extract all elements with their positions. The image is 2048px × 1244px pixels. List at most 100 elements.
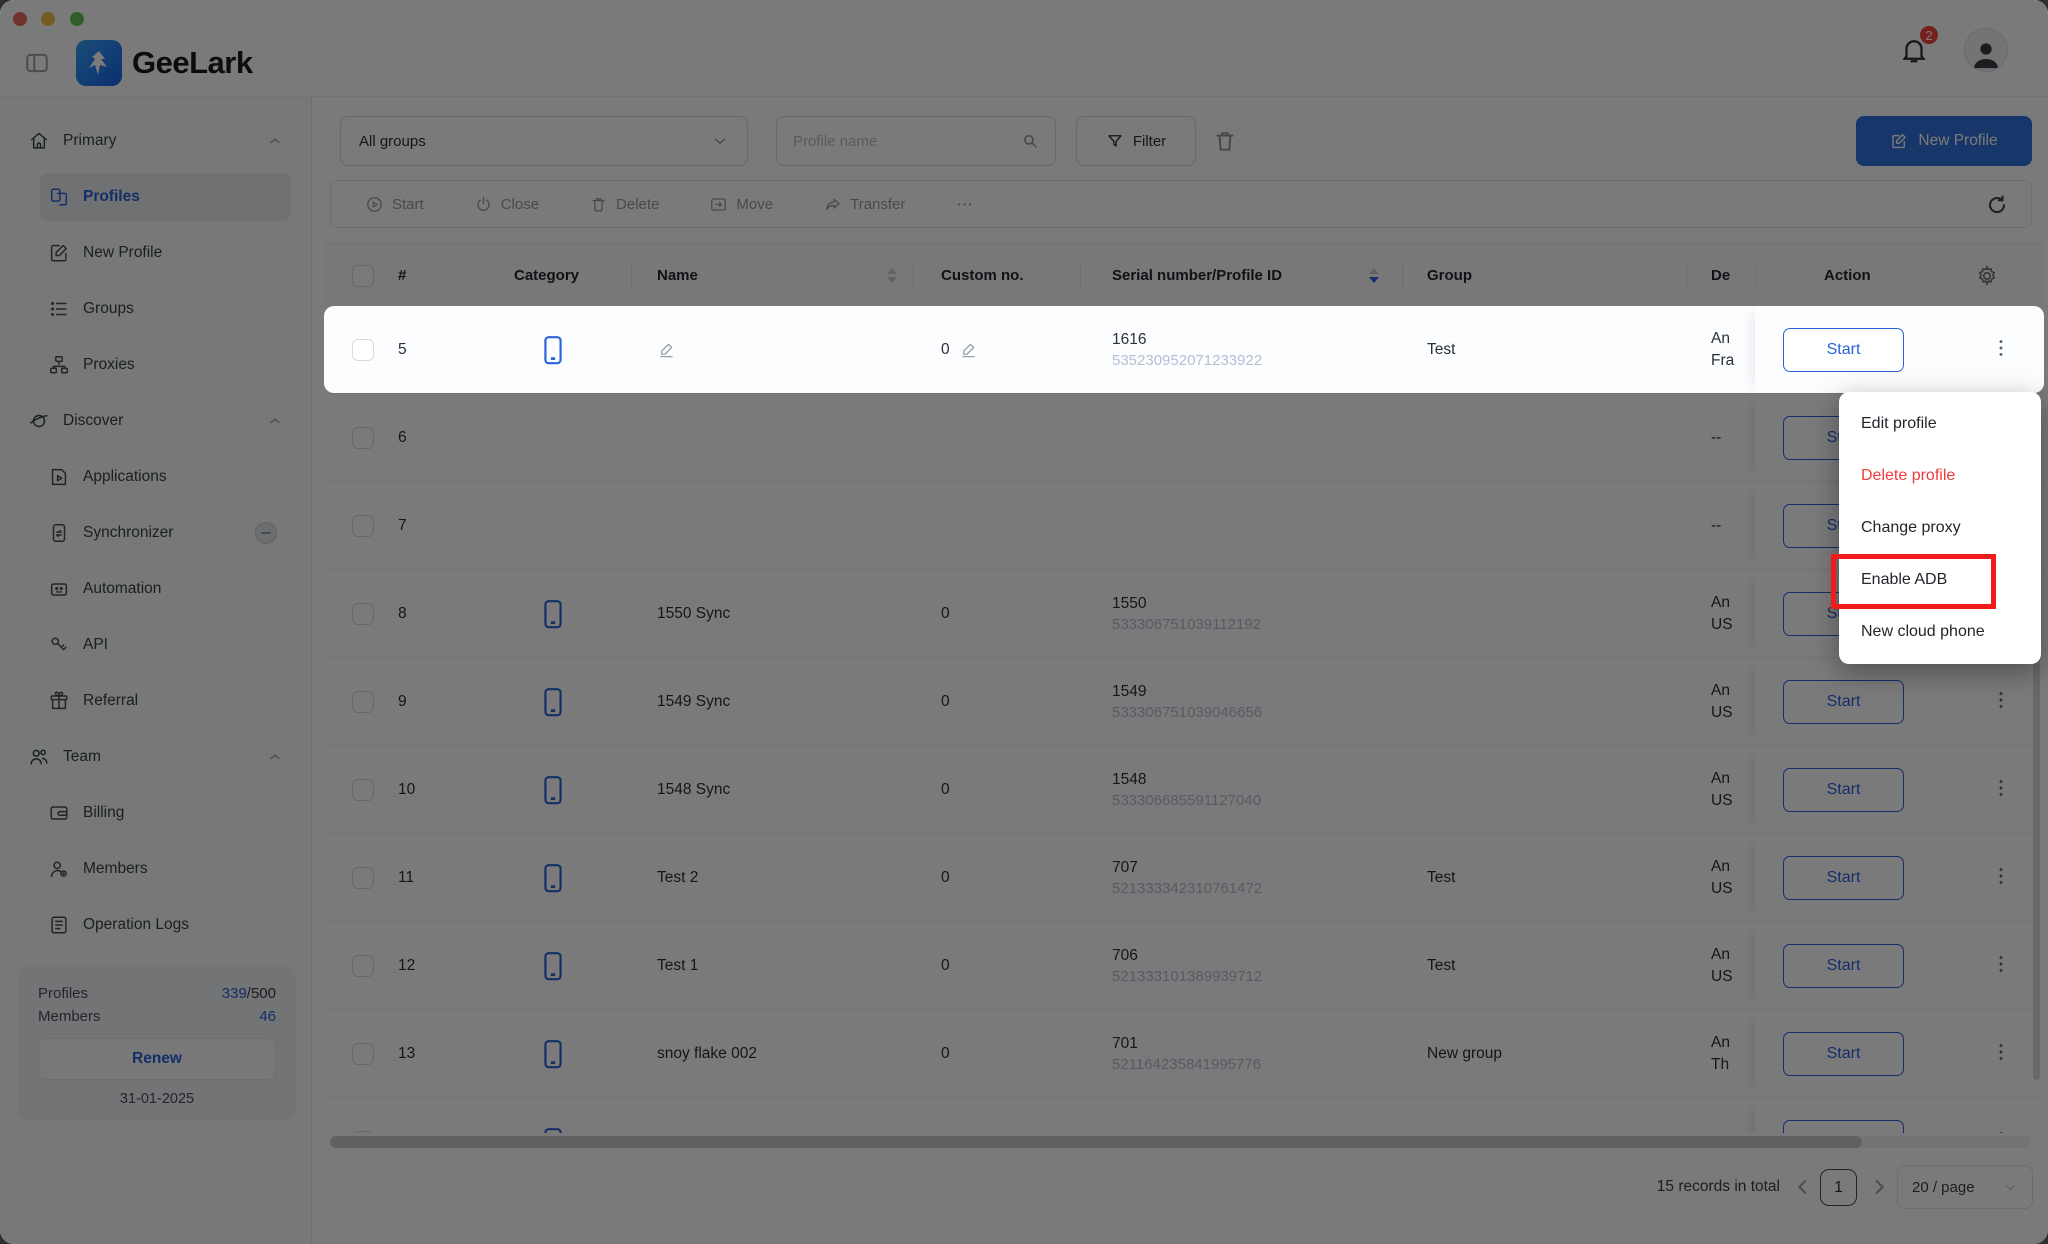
row-more-actions-icon[interactable] [1990, 337, 2012, 363]
bulk-action-more[interactable] [955, 195, 974, 214]
name-sort-icon[interactable] [887, 244, 897, 307]
column-header-group[interactable]: Group [1427, 244, 1472, 307]
column-settings-gear-icon[interactable] [1975, 264, 1999, 288]
bulk-action-move[interactable]: Move [709, 195, 773, 214]
user-avatar[interactable] [1964, 28, 2008, 72]
window-zoom-button[interactable] [70, 12, 84, 26]
row-more-actions-icon[interactable] [1990, 953, 2012, 979]
menu-item-new-cloud-phone[interactable]: New cloud phone [1839, 606, 2041, 658]
table-header: # Category Name Custom no. Serial number… [324, 243, 2044, 308]
column-header-serial[interactable]: Serial number/Profile ID [1112, 244, 1282, 307]
sidebar-section-team[interactable]: Team [12, 733, 299, 781]
window-close-button[interactable] [13, 12, 27, 26]
row-checkbox[interactable] [352, 515, 374, 537]
sidebar-item-new-profile[interactable]: New Profile [40, 229, 291, 277]
start-button[interactable]: Start [1783, 768, 1904, 812]
sidebar-item-applications[interactable]: Applications [40, 453, 291, 501]
next-page-icon[interactable] [1868, 1176, 1890, 1198]
row-more-actions-icon[interactable] [1990, 1129, 2012, 1134]
profile-id: 533306751039112192 [1112, 616, 1261, 633]
sidebar-item-label: Applications [83, 468, 167, 486]
profile-search-input[interactable]: Profile name [776, 116, 1056, 166]
prev-page-icon[interactable] [1792, 1176, 1814, 1198]
sidebar-item-groups[interactable]: Groups [40, 285, 291, 333]
members-icon [48, 858, 70, 880]
sidebar-item-referral[interactable]: Referral [40, 677, 291, 725]
members-usage-value: 46 [259, 1008, 276, 1025]
column-header-custom-no[interactable]: Custom no. [941, 244, 1024, 307]
sidebar-item-billing[interactable]: Billing [40, 789, 291, 837]
filter-button[interactable]: Filter [1076, 116, 1196, 166]
edit-custom-no-icon[interactable] [959, 340, 978, 359]
start-button[interactable]: Start [1783, 680, 1904, 724]
usage-panel: Profiles 339/500 Members 46 Renew 31-01-… [18, 966, 296, 1121]
horizontal-scrollbar-thumb[interactable] [330, 1136, 1862, 1148]
start-button[interactable]: Start [1783, 328, 1904, 372]
sidebar-item-automation[interactable]: Automation [40, 565, 291, 613]
sidebar-section-primary[interactable]: Primary [12, 117, 299, 165]
current-page-button[interactable]: 1 [1820, 1169, 1857, 1206]
device-info: -- [1711, 482, 1721, 569]
row-checkbox[interactable] [352, 779, 374, 801]
row-more-actions-icon[interactable] [1990, 865, 2012, 891]
menu-item-change-proxy[interactable]: Change proxy [1839, 502, 2041, 554]
sidebar-item-proxies[interactable]: Proxies [40, 341, 291, 389]
sidebar-item-members[interactable]: Members [40, 845, 291, 893]
notifications-button[interactable]: 2 [1892, 28, 1936, 72]
select-all-checkbox[interactable] [352, 265, 374, 287]
row-checkbox[interactable] [352, 339, 374, 361]
bulk-action-close[interactable]: Close [474, 195, 539, 214]
sidebar-item-operation-logs[interactable]: Operation Logs [40, 901, 291, 949]
menu-item-delete-profile[interactable]: Delete profile [1839, 450, 2041, 502]
serial-number: 706 [1112, 947, 1138, 965]
edit-name-icon[interactable] [657, 340, 676, 359]
row-checkbox[interactable] [352, 955, 374, 977]
category-phone-icon [540, 1039, 566, 1069]
row-checkbox[interactable] [352, 691, 374, 713]
profile-name: snoy flake 002 [657, 1045, 757, 1063]
start-button[interactable]: Start [1783, 1120, 1904, 1134]
row-checkbox[interactable] [352, 1043, 374, 1065]
bulk-action-transfer[interactable]: Transfer [823, 195, 905, 214]
vertical-scrollbar[interactable] [2033, 660, 2040, 1080]
category-phone-icon [540, 951, 566, 981]
window-minimize-button[interactable] [41, 12, 55, 26]
page-size-select[interactable]: 20 / page [1897, 1165, 2033, 1209]
refresh-icon[interactable] [1985, 193, 2009, 217]
sidebar-item-synchronizer[interactable]: Synchronizer [40, 509, 291, 557]
row-checkbox[interactable] [352, 1131, 374, 1134]
group-filter-select[interactable]: All groups [340, 116, 748, 166]
category-phone-icon [540, 775, 566, 805]
start-button[interactable]: Start [1783, 856, 1904, 900]
sidebar-item-api[interactable]: API [40, 621, 291, 669]
sidebar-section-discover[interactable]: Discover [12, 397, 299, 445]
new-profile-label: New Profile [1918, 132, 1997, 150]
menu-item-edit-profile[interactable]: Edit profile [1839, 398, 2041, 450]
row-checkbox[interactable] [352, 427, 374, 449]
column-header-device[interactable]: De [1711, 244, 1730, 307]
column-header-category[interactable]: Category [514, 244, 579, 307]
custom-no-value: 0 [941, 605, 950, 623]
bulk-action-start[interactable]: Start [365, 195, 424, 214]
column-header-num[interactable]: # [398, 244, 406, 307]
table-row: 81550 Sync01550533306751039112192AnUSSta… [324, 570, 2044, 658]
bulk-action-delete[interactable]: Delete [589, 195, 659, 214]
row-more-actions-icon[interactable] [1990, 777, 2012, 803]
renew-button[interactable]: Renew [38, 1038, 276, 1080]
serial-number: 1616 [1112, 331, 1146, 349]
start-button[interactable]: Start [1783, 1032, 1904, 1076]
column-header-name[interactable]: Name [657, 244, 698, 307]
row-more-actions-icon[interactable] [1990, 689, 2012, 715]
new-profile-button[interactable]: New Profile [1856, 116, 2032, 166]
serial-sort-icon[interactable] [1369, 244, 1379, 307]
table-row: 91549 Sync01549533306751039046656AnUSSta… [324, 658, 2044, 746]
device-info: An [1711, 1098, 1730, 1133]
clear-filter-icon[interactable] [1212, 128, 1238, 154]
row-checkbox[interactable] [352, 603, 374, 625]
sidebar-toggle-icon[interactable] [24, 50, 50, 74]
row-checkbox[interactable] [352, 867, 374, 889]
sidebar-item-profiles[interactable]: Profiles [40, 173, 291, 221]
row-more-actions-icon[interactable] [1990, 1041, 2012, 1067]
sidebar-item-label: Groups [83, 300, 134, 318]
start-button[interactable]: Start [1783, 944, 1904, 988]
